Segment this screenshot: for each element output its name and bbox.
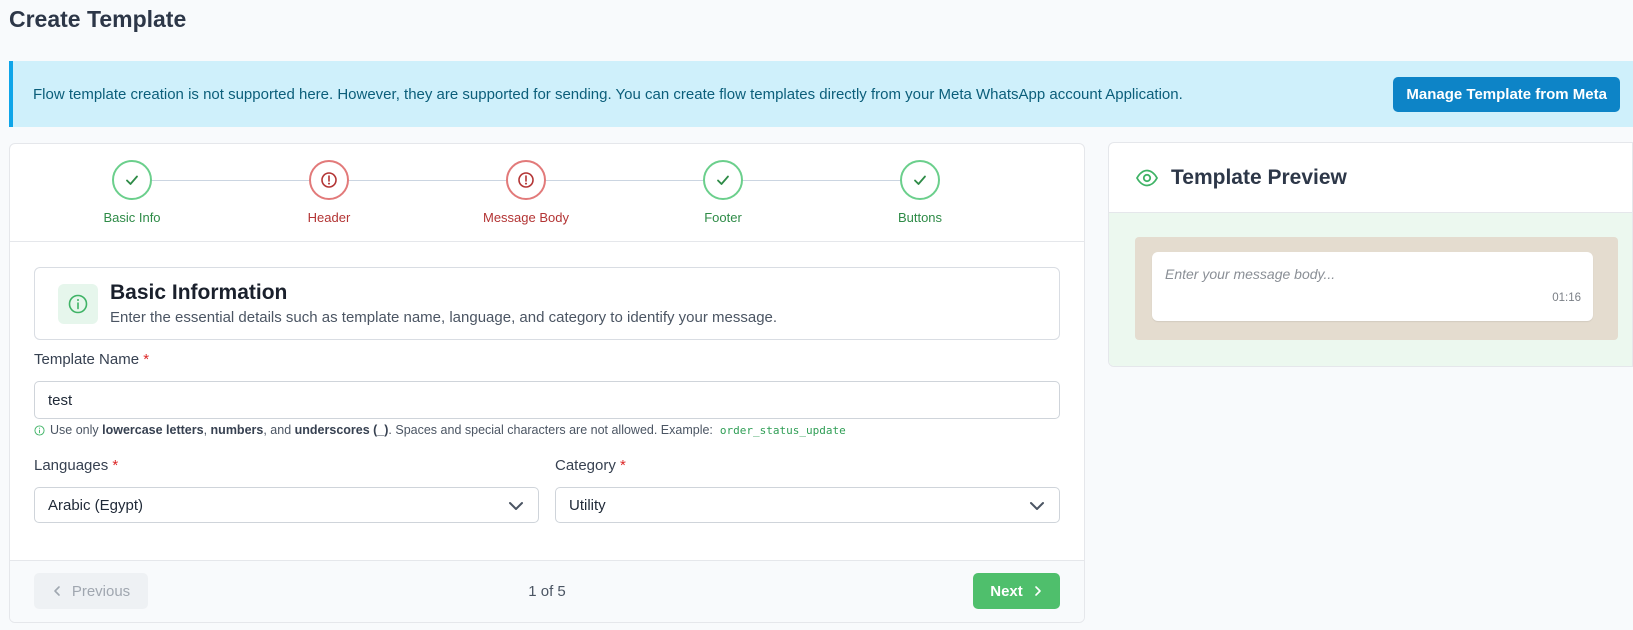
languages-label: Languages * [34, 457, 118, 474]
hint-text: Use only [50, 423, 99, 437]
chevron-right-icon [1034, 586, 1041, 596]
preview-header: Template Preview [1109, 143, 1632, 213]
chevron-down-icon [1030, 502, 1044, 510]
next-label: Next [990, 582, 1023, 600]
page-title: Create Template [9, 6, 187, 32]
step-label: Header [307, 210, 351, 225]
message-time: 01:16 [1552, 292, 1581, 304]
languages-value: Arabic (Egypt) [48, 496, 144, 514]
step-label: Message Body [483, 210, 569, 225]
info-icon [58, 283, 98, 324]
languages-select[interactable]: Arabic (Egypt) [34, 487, 539, 523]
info-icon [34, 424, 45, 436]
alert-circle-icon [309, 160, 349, 200]
manage-template-from-meta-button[interactable]: Manage Template from Meta [1393, 76, 1620, 112]
template-name-value: test [48, 391, 73, 409]
section-description: Enter the essential details such as temp… [110, 309, 778, 326]
category-value: Utility [569, 496, 606, 514]
section-title: Basic Information [110, 281, 288, 304]
stepper: Basic Info Header Message Body Footer Bu… [10, 144, 1084, 242]
template-name-hint: Use only lowercase letters, numbers, and… [34, 423, 846, 437]
chat-background: Enter your message body... 01:16 [1135, 237, 1618, 340]
required-mark: * [112, 457, 119, 474]
hint-text: , [203, 423, 208, 437]
step-label: Basic Info [103, 210, 161, 225]
preview-body: Enter your message body... 01:16 [1109, 213, 1632, 366]
step-header[interactable]: Header [259, 160, 399, 225]
category-select[interactable]: Utility [555, 487, 1060, 523]
step-label: Buttons [897, 210, 943, 225]
label-text: Category [555, 457, 616, 474]
basic-information-section: Basic Information Enter the essential de… [34, 267, 1060, 340]
step-label: Footer [704, 210, 742, 225]
required-mark: * [620, 457, 626, 474]
message-bubble: Enter your message body... 01:16 [1152, 252, 1593, 321]
template-form-card: Basic Info Header Message Body Footer Bu… [9, 143, 1085, 623]
hint-text: . Spaces and special characters are not … [388, 423, 713, 437]
template-name-input[interactable]: test [34, 381, 1060, 419]
hint-emphasis: numbers [210, 423, 264, 437]
check-icon [703, 160, 743, 200]
page-indicator: 1 of 5 [528, 583, 566, 600]
label-text: Languages [34, 457, 109, 474]
step-buttons[interactable]: Buttons [850, 160, 990, 225]
alert-text: Flow template creation is not supported … [33, 85, 1183, 103]
alert-circle-icon [506, 160, 546, 200]
preview-title: Template Preview [1171, 165, 1347, 189]
flow-template-alert: Flow template creation is not supported … [9, 61, 1633, 127]
check-icon [112, 160, 152, 200]
label-text: Template Name [34, 351, 140, 368]
message-placeholder: Enter your message body... [1165, 266, 1336, 282]
hint-emphasis: lowercase letters [102, 423, 204, 437]
hint-example: order_status_update [719, 423, 846, 437]
category-label: Category * [555, 457, 626, 474]
hint-emphasis: underscores (_) [294, 423, 389, 437]
required-mark: * [143, 351, 150, 368]
template-name-label: Template Name * [34, 351, 149, 368]
next-button[interactable]: Next [973, 573, 1060, 609]
template-preview-panel: Template Preview Enter your message body… [1108, 142, 1633, 367]
hint-text: , and [263, 423, 292, 437]
eye-icon [1135, 169, 1159, 186]
pager-bar: Previous 1 of 5 Next [10, 560, 1084, 622]
chevron-down-icon [509, 502, 523, 510]
step-basic-info[interactable]: Basic Info [62, 160, 202, 225]
check-icon [900, 160, 940, 200]
step-message-body[interactable]: Message Body [456, 160, 596, 225]
step-footer[interactable]: Footer [653, 160, 793, 225]
